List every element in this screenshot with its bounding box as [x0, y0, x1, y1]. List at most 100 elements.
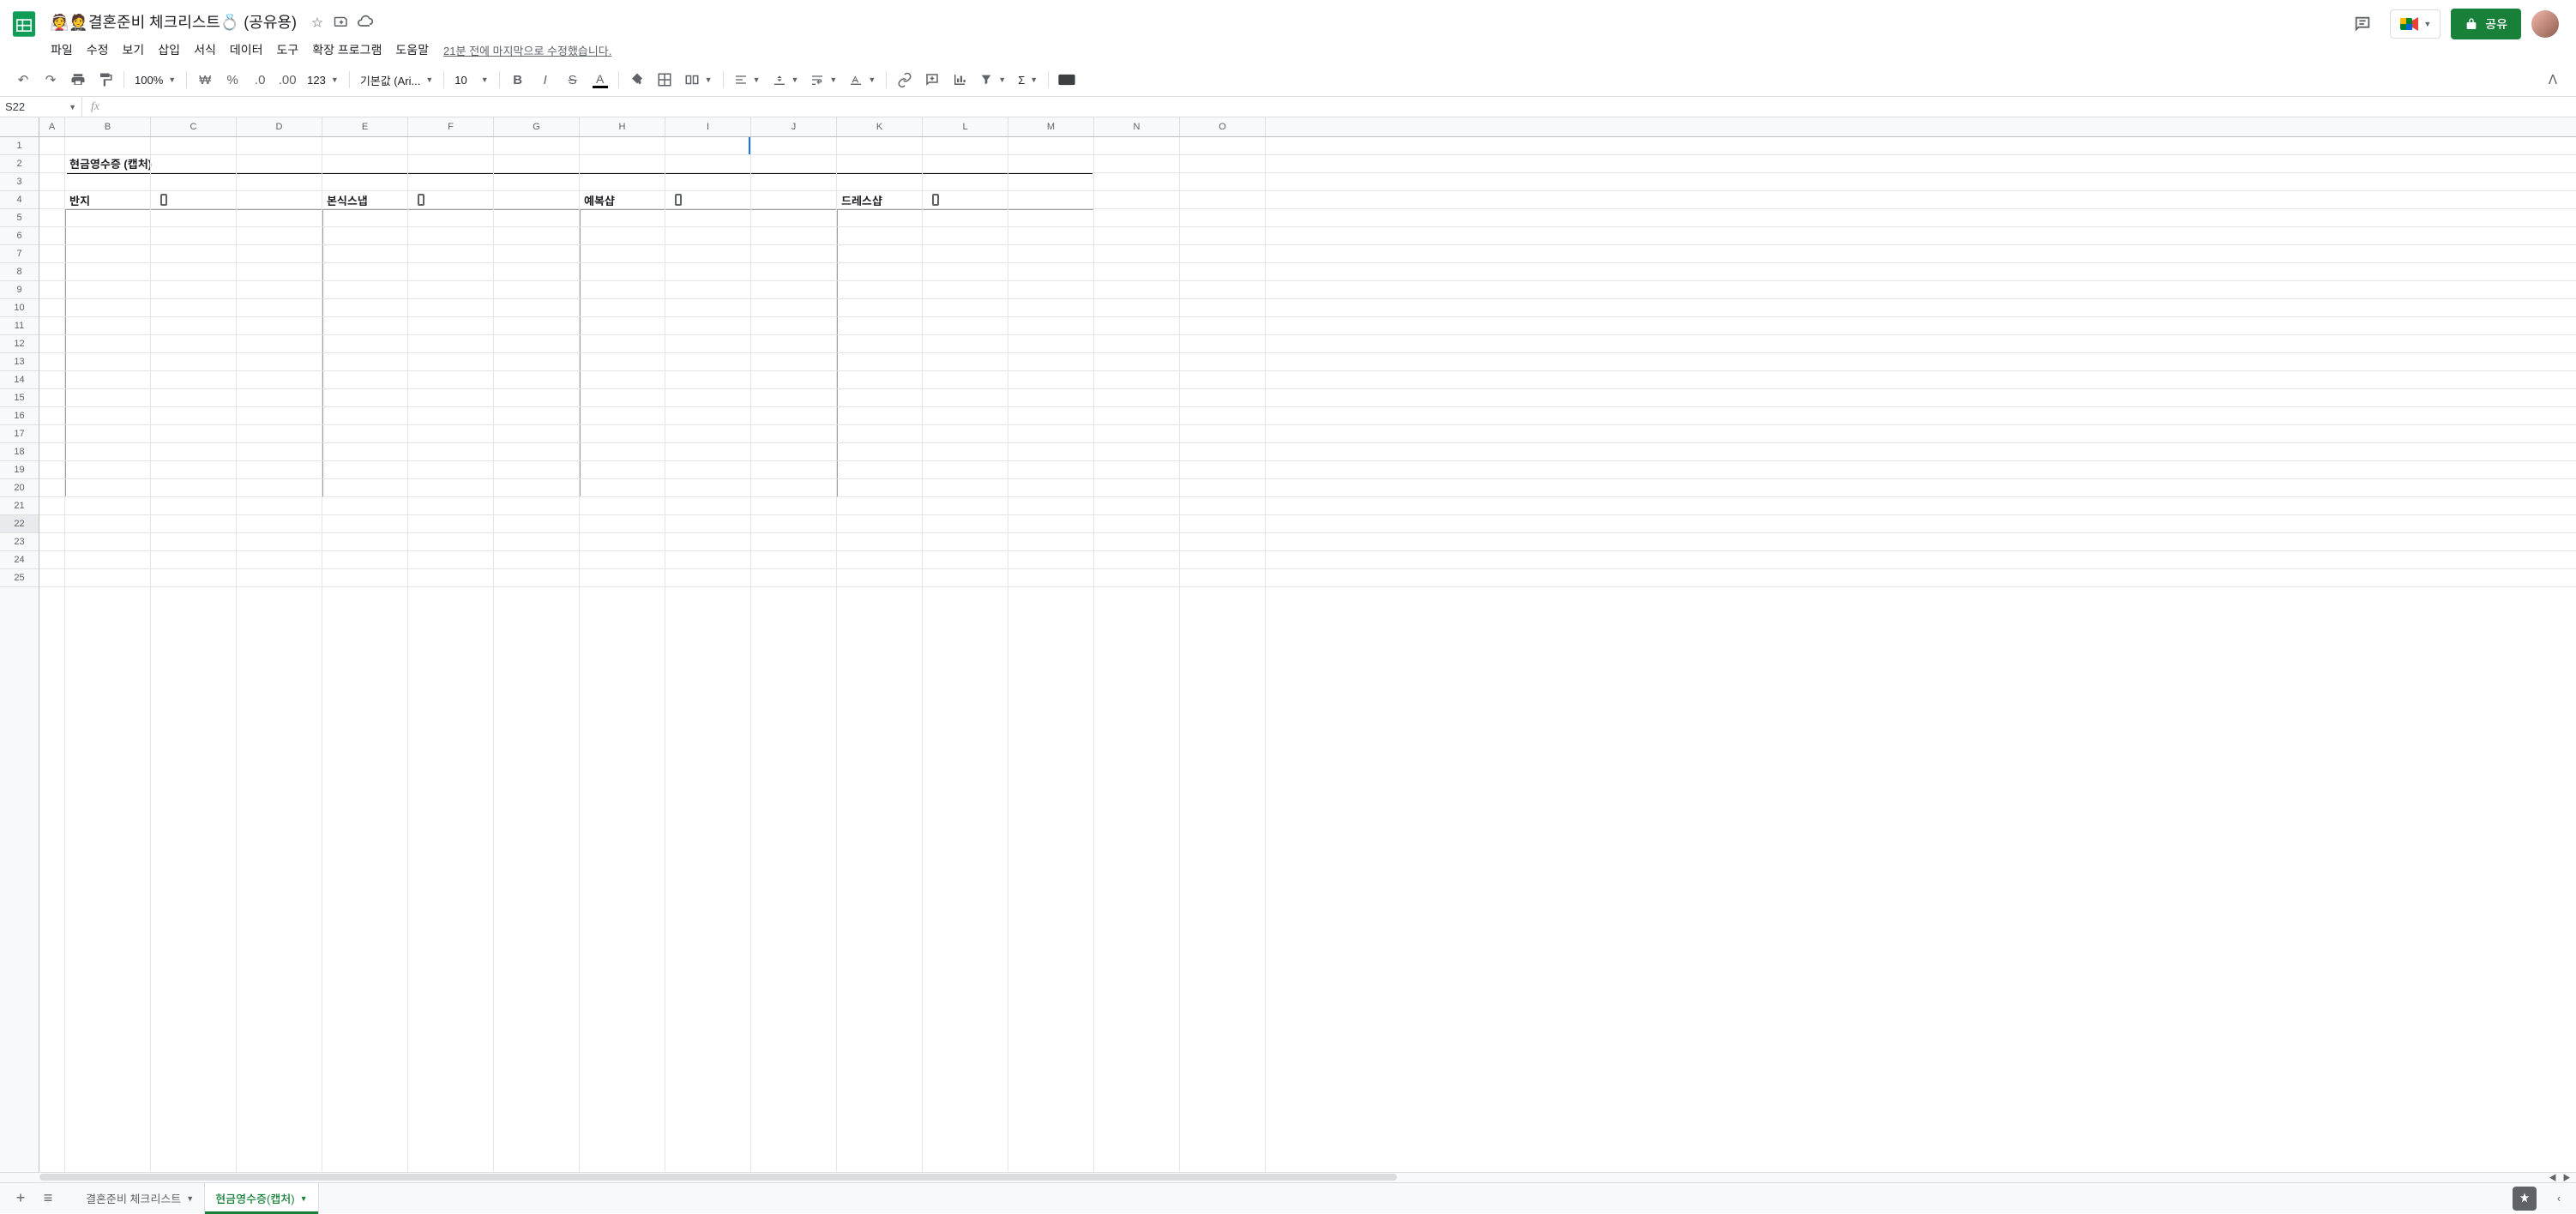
- menu-insert[interactable]: 삽입: [152, 38, 186, 62]
- side-panel-toggle[interactable]: ‹: [2549, 1187, 2569, 1211]
- row-header-21[interactable]: 21: [0, 497, 39, 515]
- name-box[interactable]: S22▼: [0, 97, 82, 117]
- menu-extensions[interactable]: 확장 프로그램: [306, 38, 388, 62]
- column-header-F[interactable]: F: [408, 117, 494, 136]
- sheet-tab-2[interactable]: 현금영수증(캡처)▼: [205, 1183, 318, 1214]
- column-header-I[interactable]: I: [665, 117, 751, 136]
- sheet-tab-1[interactable]: 결혼준비 체크리스트▼: [75, 1183, 205, 1214]
- cells-area[interactable]: 현금영수증 (캡처) 반지 본식스냅 예복샵 드레스샵: [39, 137, 2576, 1172]
- column-header-G[interactable]: G: [494, 117, 580, 136]
- column-header-L[interactable]: L: [923, 117, 1008, 136]
- insert-chart-button[interactable]: [947, 67, 972, 93]
- strikethrough-button[interactable]: S: [560, 67, 586, 93]
- horizontal-scrollbar[interactable]: ◀ ▶: [0, 1172, 2576, 1182]
- row-header-5[interactable]: 5: [0, 209, 39, 227]
- row-header-23[interactable]: 23: [0, 533, 39, 551]
- column-header-O[interactable]: O: [1180, 117, 1266, 136]
- fill-color-button[interactable]: [624, 67, 650, 93]
- menu-format[interactable]: 서식: [188, 38, 222, 62]
- row-header-1[interactable]: 1: [0, 137, 39, 155]
- add-sheet-button[interactable]: +: [7, 1187, 34, 1211]
- font-select[interactable]: 기본값 (Ari...▼: [355, 69, 438, 92]
- menu-view[interactable]: 보기: [117, 38, 151, 62]
- merge-cells-button[interactable]: ▼: [679, 69, 718, 91]
- vertical-align-button[interactable]: ▼: [767, 69, 804, 90]
- filter-button[interactable]: ▼: [974, 69, 1011, 90]
- row-header-3[interactable]: 3: [0, 173, 39, 191]
- move-icon[interactable]: [333, 13, 350, 30]
- share-button[interactable]: 공유: [2451, 9, 2521, 39]
- text-color-button[interactable]: A: [587, 67, 613, 93]
- select-all-corner[interactable]: [0, 117, 39, 136]
- menu-edit[interactable]: 수정: [81, 38, 115, 62]
- star-icon[interactable]: ☆: [309, 13, 326, 30]
- row-header-18[interactable]: 18: [0, 443, 39, 461]
- insert-comment-button[interactable]: [919, 67, 945, 93]
- row-header-8[interactable]: 8: [0, 263, 39, 281]
- collapse-toolbar-button[interactable]: ᐱ: [2540, 67, 2566, 93]
- menu-help[interactable]: 도움말: [389, 38, 435, 62]
- last-edit-link[interactable]: 21분 전에 마지막으로 수정했습니다.: [443, 42, 611, 58]
- text-wrap-button[interactable]: ▼: [805, 69, 842, 90]
- category-4-checkbox[interactable]: [930, 194, 942, 206]
- column-header-J[interactable]: J: [751, 117, 837, 136]
- category-2-checkbox[interactable]: [415, 194, 427, 206]
- bold-button[interactable]: B: [505, 67, 531, 93]
- document-title[interactable]: 👰🤵결혼준비 체크리스트💍 (공유용): [45, 9, 302, 34]
- functions-button[interactable]: Σ▼: [1013, 70, 1043, 90]
- column-header-H[interactable]: H: [580, 117, 665, 136]
- account-avatar[interactable]: [2531, 10, 2559, 38]
- column-header-B[interactable]: B: [65, 117, 151, 136]
- row-header-15[interactable]: 15: [0, 389, 39, 407]
- horizontal-align-button[interactable]: ▼: [729, 69, 766, 90]
- sheets-logo[interactable]: [7, 7, 41, 41]
- column-header-M[interactable]: M: [1008, 117, 1094, 136]
- borders-button[interactable]: [652, 67, 677, 93]
- column-header-K[interactable]: K: [837, 117, 923, 136]
- row-header-10[interactable]: 10: [0, 299, 39, 317]
- font-size-select[interactable]: 10▼: [449, 70, 493, 90]
- scrollbar-thumb[interactable]: [39, 1174, 1397, 1181]
- insert-link-button[interactable]: [892, 67, 918, 93]
- menu-file[interactable]: 파일: [45, 38, 79, 62]
- row-header-4[interactable]: 4: [0, 191, 39, 209]
- row-header-13[interactable]: 13: [0, 353, 39, 371]
- zoom-select[interactable]: 100%▼: [129, 70, 181, 90]
- row-header-11[interactable]: 11: [0, 317, 39, 335]
- scroll-right-icon[interactable]: ▶: [2561, 1173, 2573, 1183]
- column-header-N[interactable]: N: [1094, 117, 1180, 136]
- explore-button[interactable]: [2513, 1187, 2537, 1211]
- row-header-6[interactable]: 6: [0, 227, 39, 245]
- row-header-9[interactable]: 9: [0, 281, 39, 299]
- percent-button[interactable]: %: [220, 67, 245, 93]
- row-header-19[interactable]: 19: [0, 461, 39, 479]
- keyboard-button[interactable]: [1054, 67, 1080, 93]
- column-header-C[interactable]: C: [151, 117, 237, 136]
- meet-button[interactable]: ▼: [2390, 9, 2441, 39]
- row-header-2[interactable]: 2: [0, 155, 39, 173]
- row-header-20[interactable]: 20: [0, 479, 39, 497]
- redo-button[interactable]: ↷: [38, 67, 63, 93]
- formula-input[interactable]: [108, 97, 2576, 117]
- row-header-25[interactable]: 25: [0, 569, 39, 587]
- print-button[interactable]: [65, 67, 91, 93]
- row-header-12[interactable]: 12: [0, 335, 39, 353]
- undo-button[interactable]: ↶: [10, 67, 36, 93]
- row-header-7[interactable]: 7: [0, 245, 39, 263]
- column-header-E[interactable]: E: [322, 117, 408, 136]
- paint-format-button[interactable]: [93, 67, 118, 93]
- currency-button[interactable]: ₩: [192, 67, 218, 93]
- cloud-status-icon[interactable]: [357, 13, 374, 30]
- category-3-checkbox[interactable]: [672, 194, 684, 206]
- row-header-17[interactable]: 17: [0, 425, 39, 443]
- comments-button[interactable]: [2345, 7, 2380, 41]
- menu-data[interactable]: 데이터: [224, 38, 269, 62]
- row-header-16[interactable]: 16: [0, 407, 39, 425]
- menu-tools[interactable]: 도구: [270, 38, 304, 62]
- column-header-A[interactable]: A: [39, 117, 65, 136]
- row-header-24[interactable]: 24: [0, 551, 39, 569]
- row-header-22[interactable]: 22: [0, 515, 39, 533]
- row-header-14[interactable]: 14: [0, 371, 39, 389]
- category-1-checkbox[interactable]: [158, 194, 170, 206]
- text-rotation-button[interactable]: ▼: [844, 69, 881, 90]
